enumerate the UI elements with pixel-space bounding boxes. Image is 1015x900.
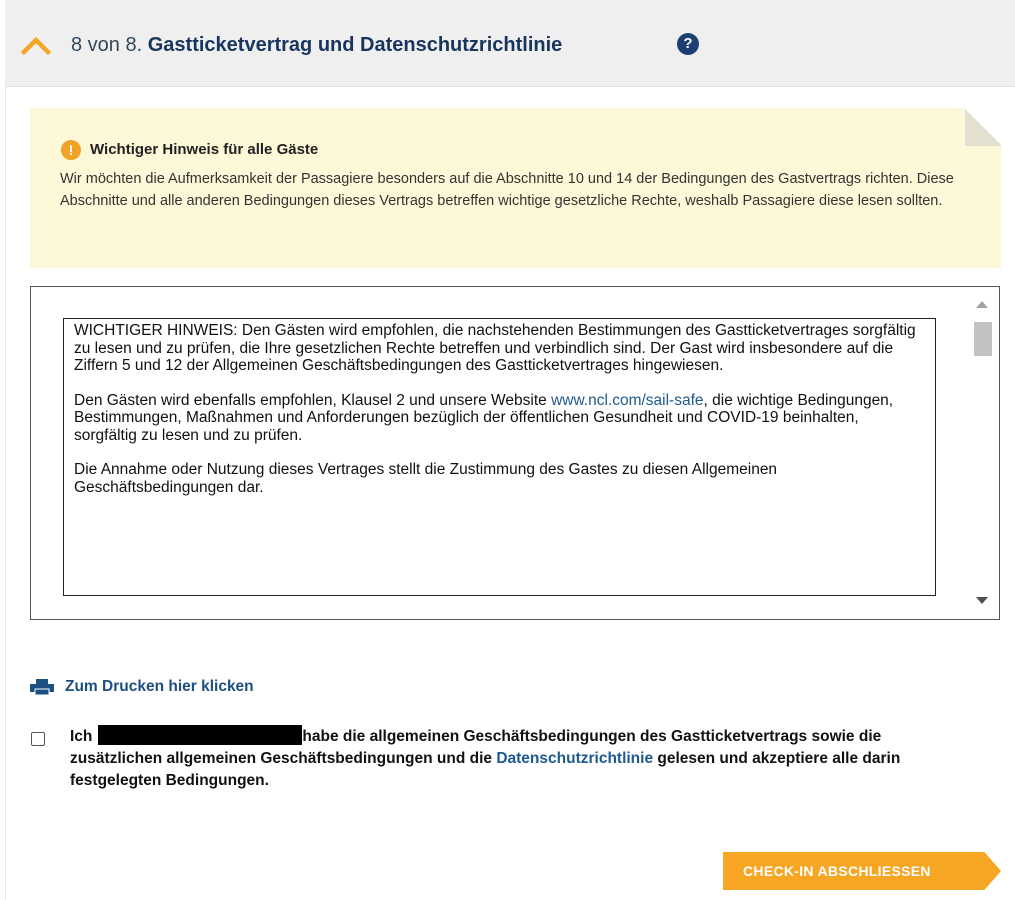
help-icon[interactable]: ? [677,33,699,55]
scroll-thumb[interactable] [974,322,992,356]
redacted-name [98,725,303,745]
print-link[interactable]: Zum Drucken hier klicken [30,676,254,698]
section-title: 8 von 8. Gastticketvertrag und Datenschu… [71,32,562,58]
consent-text: Ich habe die allgemeinen Geschäftsbedingu… [70,725,930,792]
complete-checkin-label[interactable]: CHECK-IN ABSCHLIESSEN [743,863,931,879]
printer-icon [30,679,54,695]
complete-checkin-button[interactable]: CHECK-IN ABSCHLIESSEN [723,852,1001,890]
sail-safe-link[interactable]: www.ncl.com/sail-safe [551,392,703,409]
print-link-label[interactable]: Zum Drucken hier klicken [65,678,254,696]
info-icon: ! [61,140,81,160]
terms-paragraph-2: Den Gästen wird ebenfalls empfohlen, Kla… [74,392,925,445]
step-indicator: 8 von 8. [71,34,143,56]
chevron-up-icon[interactable] [21,34,51,56]
notice-title: Wichtiger Hinweis für alle Gäste [90,141,319,158]
terms-paragraph-1: WICHTIGER HINWEIS: Den Gästen wird empfo… [74,322,916,374]
left-divider [5,86,6,900]
section-name: Gastticketvertrag und Datenschutzrichtli… [147,34,563,56]
important-notice: ! Wichtiger Hinweis für alle Gäste Wir m… [30,108,1001,268]
accept-terms-checkbox[interactable] [31,732,45,746]
terms-paragraph-3: Die Annahme oder Nutzung dieses Vertrage… [74,461,778,496]
notice-body: Wir möchten die Aufmerksamkeit der Passa… [60,171,954,209]
scroll-up-arrow-icon[interactable] [976,301,988,308]
scrollbar[interactable] [967,287,999,619]
section-header[interactable]: 8 von 8. Gastticketvertrag und Datenschu… [5,0,1015,87]
terms-content: WICHTIGER HINWEIS: Den Gästen wird empfo… [63,318,936,596]
notice-corner-fold [965,108,1001,146]
privacy-policy-link[interactable]: Datenschutzrichtlinie [496,750,653,767]
scroll-down-arrow-icon[interactable] [976,597,988,604]
consent-prefix: Ich [70,728,93,745]
terms-text: Den Gästen wird ebenfalls empfohlen, Kla… [74,391,552,409]
terms-scroll-box[interactable]: WICHTIGER HINWEIS: Den Gästen wird empfo… [30,286,1000,620]
